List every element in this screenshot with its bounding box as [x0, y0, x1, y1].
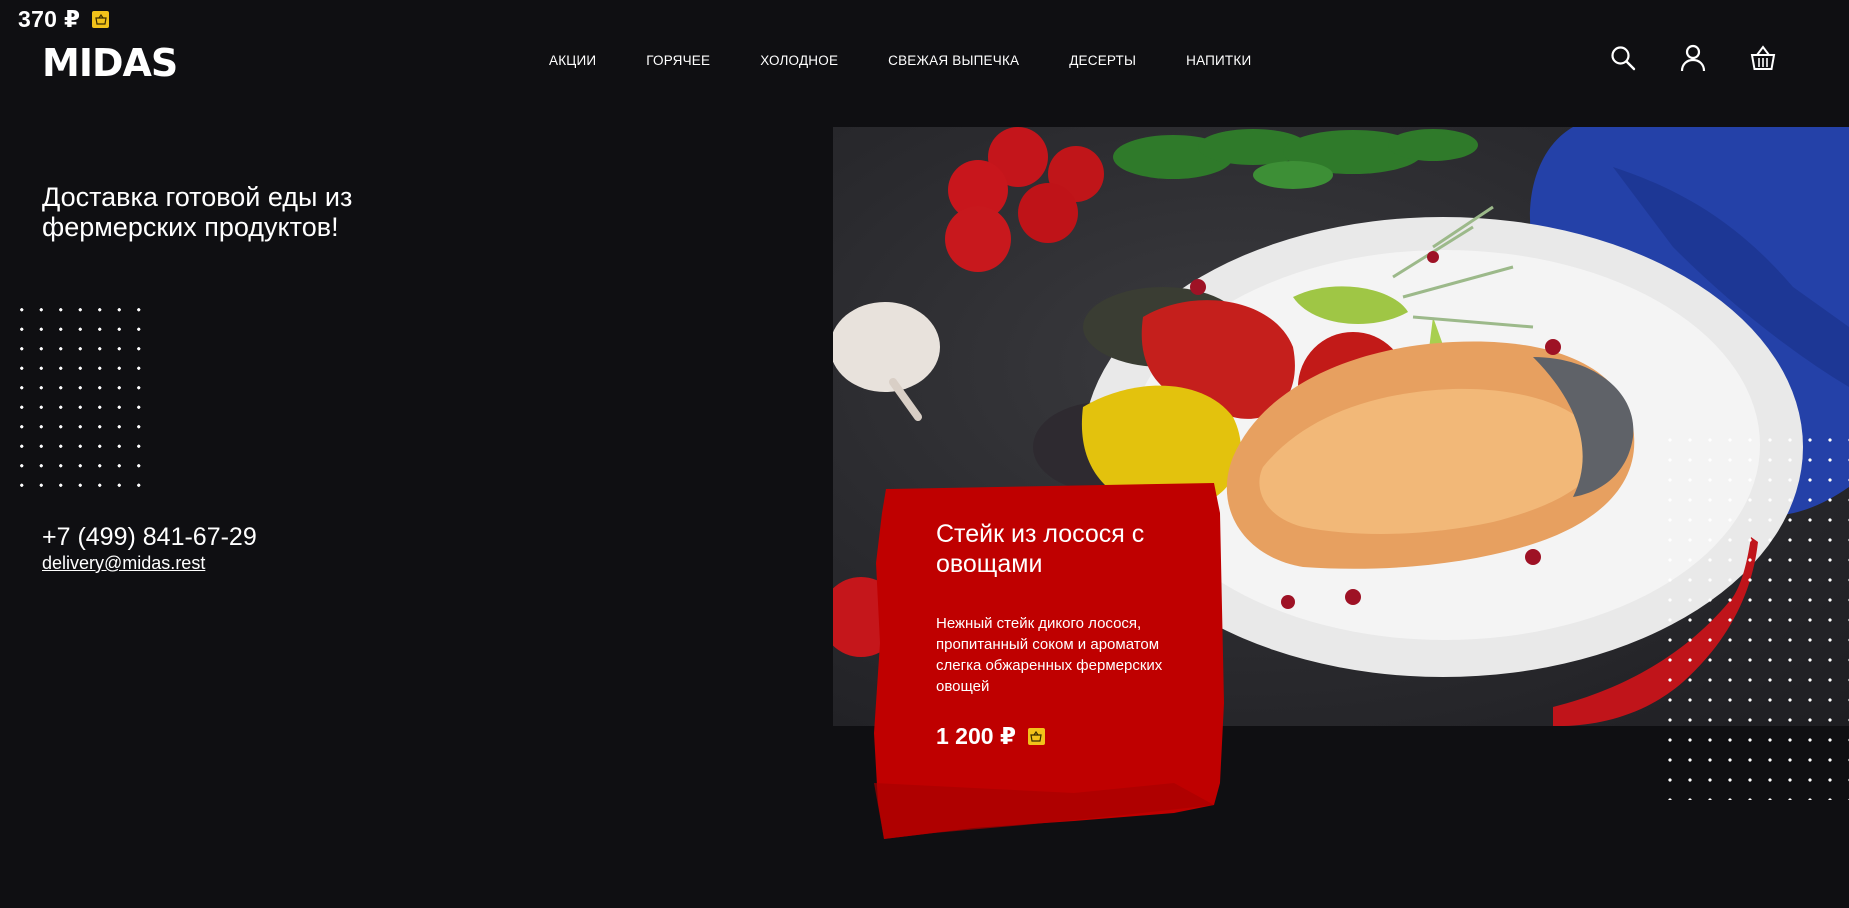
- user-icon[interactable]: [1679, 44, 1707, 72]
- contact-phone[interactable]: +7 (499) 841-67-29: [42, 522, 257, 552]
- promo-price: 1 200 ₽: [936, 723, 1016, 749]
- nav-item-desserts[interactable]: ДЕСЕРТЫ: [1069, 53, 1136, 68]
- nav-item-bakery[interactable]: СВЕЖАЯ ВЫПЕЧКА: [888, 53, 1019, 68]
- logo-text: MIDAS: [42, 44, 177, 80]
- promo-description: Нежный стейк дикого лосося, пропитанный …: [936, 615, 1163, 695]
- cart-icon[interactable]: [1749, 44, 1777, 72]
- dot-pattern-left: [12, 300, 142, 490]
- cart-total-price: 370 ₽: [18, 6, 81, 32]
- logo[interactable]: MIDAS: [42, 44, 214, 80]
- promo-card[interactable]: Стейк из лосося с овощами Нежный стейк д…: [874, 483, 1226, 839]
- basket-icon[interactable]: [92, 11, 110, 28]
- nav-item-promo[interactable]: АКЦИИ: [549, 53, 596, 68]
- nav-item-hot[interactable]: ГОРЯЧЕЕ: [646, 53, 710, 68]
- nav-item-drinks[interactable]: НАПИТКИ: [1186, 53, 1251, 68]
- promo-content: Стейк из лосося с овощами Нежный стейк д…: [936, 519, 1176, 750]
- nav-item-cold[interactable]: ХОЛОДНОЕ: [760, 53, 838, 68]
- header-actions: [1609, 44, 1777, 72]
- add-to-basket-icon[interactable]: [1027, 728, 1045, 745]
- promo-title: Стейк из лосося с овощами: [936, 520, 1145, 578]
- contact-email[interactable]: delivery@midas.rest: [42, 553, 205, 574]
- promo-price-row: 1 200 ₽: [936, 723, 1176, 750]
- hero-title: Доставка готовой еды из фермерских проду…: [42, 182, 353, 242]
- mini-cart-total[interactable]: 370 ₽: [18, 6, 110, 33]
- dot-pattern-right: [1660, 430, 1849, 800]
- search-icon[interactable]: [1609, 44, 1637, 72]
- main-nav: АКЦИИ ГОРЯЧЕЕ ХОЛОДНОЕ СВЕЖАЯ ВЫПЕЧКА ДЕ…: [549, 53, 1251, 68]
- logo-mark: MIDAS: [42, 44, 178, 80]
